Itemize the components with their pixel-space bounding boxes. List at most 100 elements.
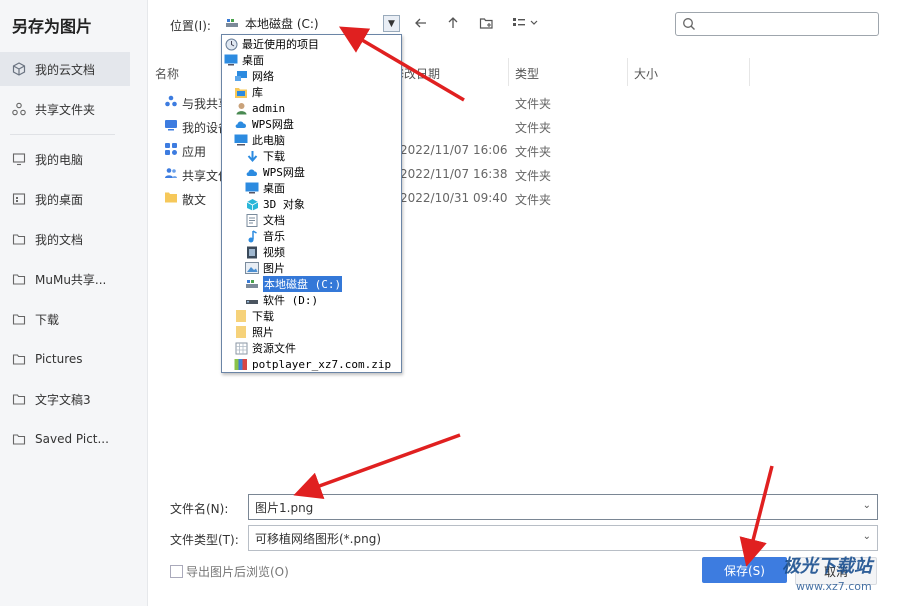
filename-field[interactable]: 图片1.png ⌄ <box>248 494 878 520</box>
browse-after-export-label[interactable]: 导出图片后浏览(O) <box>186 563 289 580</box>
dropdown-item-label: 下载 <box>263 150 285 163</box>
dropdown-item-label: 音乐 <box>263 230 285 243</box>
sidebar-item-downloads[interactable]: 下载 <box>0 302 130 336</box>
dropdown-item-videos[interactable]: 视频 <box>245 244 285 260</box>
sidebar-item-text-doc3[interactable]: 文字文稿3 <box>0 382 130 416</box>
picture-icon <box>245 261 259 275</box>
recent-icon <box>224 37 238 51</box>
desktop-icon <box>224 53 238 67</box>
folder-icon <box>12 432 26 446</box>
dropdown-item-admin[interactable]: admin <box>234 100 285 116</box>
column-header-name[interactable]: 名称 <box>155 65 179 82</box>
chevron-down-icon[interactable]: ⌄ <box>863 531 871 542</box>
dialog-title: 另存为图片 <box>12 17 93 36</box>
arrow-up-icon <box>448 17 458 28</box>
up-button[interactable] <box>444 14 462 32</box>
download-icon <box>245 149 259 163</box>
sidebar-item-my-documents[interactable]: 我的文档 <box>0 222 130 256</box>
dropdown-item-label: 资源文件 <box>252 342 296 355</box>
dropdown-item-zip-file[interactable]: potplayer_xz7.com.zip <box>234 356 391 372</box>
view-mode-button[interactable] <box>510 14 542 32</box>
chevron-down-icon[interactable]: ⌄ <box>863 500 871 511</box>
dropdown-item-desktop[interactable]: 桌面 <box>224 52 264 68</box>
dropdown-item-photos[interactable]: 照片 <box>234 324 274 340</box>
filename-label: 文件名(N): <box>170 502 229 516</box>
row-type: 文件夹 <box>515 169 552 183</box>
filetype-value: 可移植网络图形(*.png) <box>255 531 382 546</box>
dropdown-item-label: 桌面 <box>263 182 285 195</box>
sidebar-item-label: 下载 <box>35 312 60 327</box>
device-icon <box>164 118 178 132</box>
sidebar-item-shared-folder[interactable]: 共享文件夹 <box>0 92 130 126</box>
folder-icon <box>12 272 26 286</box>
drive-icon <box>225 16 239 30</box>
dropdown-item-network[interactable]: 网络 <box>234 68 274 84</box>
search-icon <box>683 18 695 30</box>
row-name: 应用 <box>182 145 207 159</box>
dropdown-item-label: WPS网盘 <box>252 118 294 131</box>
dropdown-item-downloads[interactable]: 下载 <box>245 148 285 164</box>
dropdown-item-label: WPS网盘 <box>263 166 305 179</box>
drive-icon <box>245 277 259 291</box>
search-input[interactable] <box>675 12 879 36</box>
location-combo[interactable]: 本地磁盘 (C:) <box>225 12 398 34</box>
dropdown-item-3d-objects[interactable]: 3D 对象 <box>245 196 305 212</box>
location-value: 本地磁盘 (C:) <box>245 16 319 31</box>
music-icon <box>245 229 259 243</box>
filetype-select[interactable]: 可移植网络图形(*.png) ⌄ <box>248 525 878 551</box>
new-folder-icon <box>479 18 493 29</box>
new-folder-button[interactable] <box>477 14 495 32</box>
sidebar-item-label: 共享文件夹 <box>35 102 96 117</box>
sidebar-item-saved-pictures[interactable]: Saved Pict... <box>0 422 130 456</box>
arrow-left-icon <box>415 18 426 28</box>
dropdown-item-wps-drive-2[interactable]: WPS网盘 <box>245 164 305 180</box>
dropdown-item-software-d[interactable]: 软件 (D:) <box>245 292 318 308</box>
desktop-icon <box>245 181 259 195</box>
dropdown-item-local-disk-c[interactable]: 本地磁盘 (C:) <box>245 276 343 292</box>
back-button[interactable] <box>412 14 430 32</box>
dropdown-item-label: 库 <box>252 86 263 99</box>
cube-icon <box>12 62 26 76</box>
column-header-size[interactable]: 大小 <box>634 65 658 82</box>
dropdown-item-this-pc[interactable]: 此电脑 <box>234 132 285 148</box>
dropdown-item-pictures[interactable]: 图片 <box>245 260 285 276</box>
save-button[interactable]: 保存(S) <box>702 557 787 583</box>
desktop-icon <box>12 192 26 206</box>
sidebar-item-my-desktop[interactable]: 我的桌面 <box>0 182 130 216</box>
dropdown-item-library[interactable]: 库 <box>234 84 263 100</box>
dropdown-item-label: 下载 <box>252 310 274 323</box>
user-icon <box>234 101 248 115</box>
dropdown-item-music[interactable]: 音乐 <box>245 228 285 244</box>
dropdown-item-documents[interactable]: 文档 <box>245 212 285 228</box>
dropdown-item-label: 网络 <box>252 70 274 83</box>
sidebar-item-mumu-shared[interactable]: MuMu共享... <box>0 262 130 296</box>
share-nodes-icon <box>12 102 26 116</box>
row-type: 文件夹 <box>515 121 552 135</box>
location-dropdown-button[interactable]: ▼ <box>383 15 400 32</box>
dropdown-item-desktop-2[interactable]: 桌面 <box>245 180 285 196</box>
dropdown-item-downloads-folder[interactable]: 下载 <box>234 308 274 324</box>
dropdown-item-label: 图片 <box>263 262 285 275</box>
dropdown-item-label: 照片 <box>252 326 274 339</box>
folder-icon <box>12 232 26 246</box>
filename-value: 图片1.png <box>255 500 314 515</box>
sidebar-item-label: Saved Pict... <box>35 432 109 446</box>
browse-after-export-checkbox[interactable] <box>170 565 183 578</box>
dropdown-item-recent[interactable]: 最近使用的项目 <box>224 36 319 52</box>
cube3d-icon <box>245 197 259 211</box>
column-header-type[interactable]: 类型 <box>515 65 539 82</box>
location-label: 位置(I): <box>170 19 211 33</box>
video-icon <box>245 245 259 259</box>
sidebar-item-pictures[interactable]: Pictures <box>0 342 130 376</box>
sidebar-item-cloud-docs[interactable]: 我的云文档 <box>0 52 130 86</box>
dropdown-item-wps-drive[interactable]: WPS网盘 <box>234 116 294 132</box>
sidebar-item-my-computer[interactable]: 我的电脑 <box>0 142 130 176</box>
dropdown-item-resources[interactable]: 资源文件 <box>234 340 296 356</box>
watermark-logo: 极光下载站 <box>782 556 872 577</box>
dropdown-item-label: 本地磁盘 (C:) <box>263 276 343 292</box>
search-field[interactable] <box>700 15 874 33</box>
row-type: 文件夹 <box>515 97 552 111</box>
column-divider <box>627 58 628 86</box>
row-name: 散文 <box>182 193 207 207</box>
monitor-icon <box>12 152 26 166</box>
